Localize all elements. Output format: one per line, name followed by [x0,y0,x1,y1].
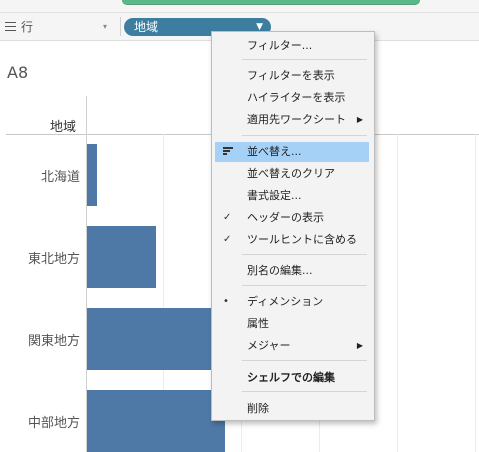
context-menu: フィルター... フィルターを表示 ハイライターを表示 適用先ワークシート ▶ 並べ替え.… [211,31,375,421]
menu-item-label: 削除 [247,402,269,415]
menu-item-2[interactable]: ハイライターを表示 [212,88,372,108]
menu-item-label: メジャー [247,339,291,352]
check-icon: ✓ [223,234,232,245]
shelf-dropdown-icon[interactable]: ▾ [103,22,107,31]
menu-item-7[interactable]: ✓ ヘッダーの表示 [212,208,372,228]
sort-icon [223,142,233,162]
menu-item-9[interactable]: 別名の編集... [212,261,372,281]
menu-separator [242,285,367,286]
rows-shelf-label: 行 [5,18,33,35]
bar-3[interactable] [87,390,225,452]
menu-item-4[interactable]: 並べ替え... [215,142,369,162]
rows-shelf-text: 行 [21,20,34,34]
check-icon: ✓ [223,212,232,223]
menu-item-8[interactable]: ✓ ツールヒントに含める [212,230,372,250]
menu-item-label: 並べ替え... [247,145,302,158]
bar-2[interactable] [87,308,215,370]
menu-item-label: フィルター... [247,39,313,52]
submenu-arrow-icon: ▶ [356,341,363,350]
category-label[interactable]: 関東地方 [28,330,80,349]
menu-item-10[interactable]: • ディメンション [212,292,372,312]
menu-item-5[interactable]: 並べ替えのクリア [212,164,372,184]
menu-item-label: 適用先ワークシート [247,113,346,126]
menu-item-0[interactable]: フィルター... [212,36,372,56]
bullet-icon: • [223,296,229,307]
sheet-title: A8 [7,63,29,82]
submenu-arrow-icon: ▶ [356,115,363,124]
category-label[interactable]: 東北地方 [28,248,80,267]
menu-item-label: ディメンション [247,295,324,308]
region-pill-label: 地域 [134,20,159,34]
category-label[interactable]: 中部地方 [28,412,80,431]
menu-item-label: 属性 [247,317,269,330]
bar-0[interactable] [87,144,97,206]
row-header-region[interactable]: 地域 [50,116,76,135]
menu-item-14[interactable]: 削除 [212,399,372,419]
menu-separator [242,254,367,255]
rows-list-icon [5,22,16,31]
bar-1[interactable] [87,226,156,288]
menu-separator [242,135,367,136]
menu-item-11[interactable]: 属性 [212,314,372,334]
menu-item-label: 別名の編集... [247,264,313,277]
menu-item-12[interactable]: メジャー ▶ [212,336,372,356]
menu-item-label: ハイライターを表示 [247,91,346,104]
menu-item-label: ツールヒントに含める [247,233,357,246]
menu-item-6[interactable]: 書式設定... [212,186,372,206]
menu-item-label: 並べ替えのクリア [247,167,335,180]
menu-item-label: フィルターを表示 [247,69,335,82]
gridline [475,134,476,452]
shelf-divider [120,17,121,36]
menu-item-label: シェルフでの編集 [247,371,335,384]
menu-item-label: ヘッダーの表示 [247,211,324,224]
gridline [397,134,398,452]
menu-separator [242,391,367,392]
menu-separator [242,59,367,60]
menu-item-13[interactable]: シェルフでの編集 [212,368,372,388]
columns-pill-edge[interactable] [122,0,420,5]
menu-separator [242,360,367,361]
menu-item-3[interactable]: 適用先ワークシート ▶ [212,110,372,130]
top-shelf-strip [0,0,479,13]
menu-item-1[interactable]: フィルターを表示 [212,66,372,86]
category-label[interactable]: 北海道 [41,166,80,185]
menu-item-label: 書式設定... [247,189,302,202]
